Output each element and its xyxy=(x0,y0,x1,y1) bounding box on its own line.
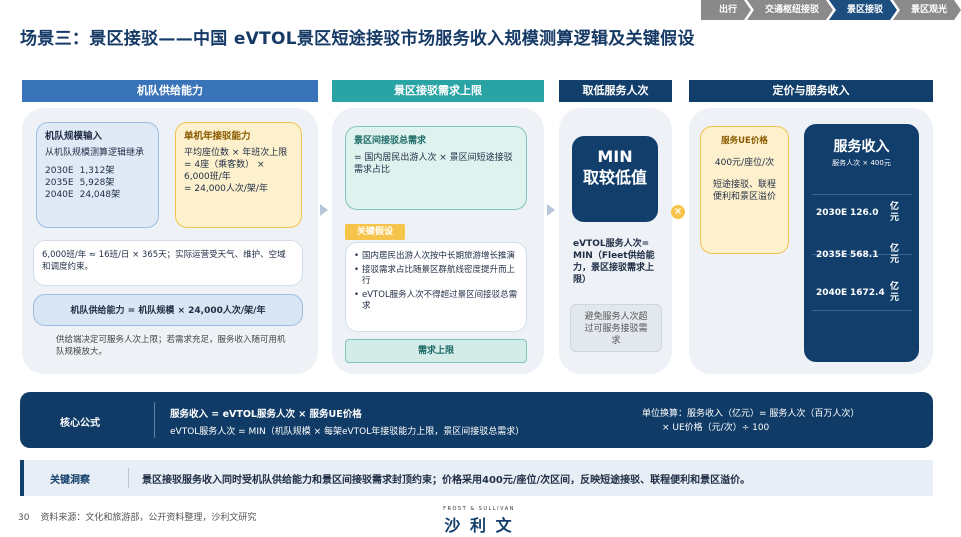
fleet-input-title: 机队规模输入 xyxy=(45,131,103,142)
min-note: 避免服务人次超过可服务接驳需求 xyxy=(570,304,662,352)
demand-total-card: 景区间接驳总需求 = 国内居民出游人次 × 景区间短途接驳需求占比 xyxy=(345,126,527,210)
insight-bar: 关键洞察 景区接驳服务收入同时受机队供给能力和景区间接驳需求封顶约束；价格采用4… xyxy=(20,460,933,496)
assumption-item: 国内居民出游人次按中长期旅游增长推演 xyxy=(362,251,516,261)
nav-tab-travel[interactable]: 出行 xyxy=(701,0,751,20)
insight-label: 关键洞察 xyxy=(50,475,90,486)
page-number: 30 xyxy=(18,513,30,523)
frost-sullivan-logo: FROST & SULLIVAN 沙 利 文 xyxy=(443,506,515,535)
fleet-year: 2035E xyxy=(45,178,74,188)
revenue-value: 126.0 xyxy=(850,208,879,218)
fleet-value: 1,312架 xyxy=(79,166,115,176)
nav-tab-transit[interactable]: 交通枢纽接驳 xyxy=(747,0,833,20)
price-desc: 短途接驳、联程便利和景区溢价 xyxy=(712,180,776,202)
fleet-value: 24,048架 xyxy=(79,190,121,200)
nav-tab-scenic-shuttle[interactable]: 景区接驳 xyxy=(829,0,897,20)
header-min: 取低服务人次 xyxy=(559,80,672,102)
assumption-list: • 国内居民出游人次按中长期旅游增长推演 • 接驳需求占比随景区群航线密度提升而上行… xyxy=(345,242,527,332)
capacity-card: 单机年接驳能力 平均座位数 × 年班次上限 = 4座（乘客数） × 6,000班… xyxy=(175,122,302,228)
min-equation: eVTOL服务人次= MIN（Fleet供给能力，景区接驳需求上限） xyxy=(573,239,655,285)
revenue-card: 服务收入 服务人次 × 400元 2030E 126.0 亿元 2035E 56… xyxy=(804,124,919,362)
revenue-row: 2030E 126.0 亿元 xyxy=(816,202,902,224)
fleet-input-card: 机队规模输入 从机队规模测算逻辑继承 2030E 1,312架 2035E 5,92… xyxy=(36,122,159,228)
footer: 30 资料来源：文化和旅游部，公开资料整理，沙利文研究 xyxy=(18,510,256,523)
revenue-row: 2040E 1672.4 亿元 xyxy=(816,282,902,304)
fleet-input-desc: 从机队规模测算逻辑继承 xyxy=(45,148,145,158)
page-title: 场景三：景区接驳——中国 eVTOL景区短途接驳市场服务收入规模测算逻辑及关键假… xyxy=(20,29,695,49)
revenue-year: 2030E xyxy=(816,208,848,218)
header-revenue: 定价与服务收入 xyxy=(689,80,933,102)
formula-unit2: × UE价格（元/次）÷ 100 xyxy=(662,423,770,433)
capacity-desc: 平均座位数 × 年班次上限 = 4座（乘客数） × 6,000班/年 = 24,… xyxy=(184,148,288,194)
demand-total-title: 景区间接驳总需求 xyxy=(354,136,427,146)
nav-tab-scenic-tour[interactable]: 景区观光 xyxy=(893,0,961,20)
fleet-footnote: 供给端决定可服务人次上限；若需求充足，服务收入随可用机队规模放大。 xyxy=(56,335,286,357)
assumption-note: 6,000班/年 ≈ 16班/日 × 365天；实际运营受天气、维护、空域和调度… xyxy=(33,240,303,286)
revenue-unit: 亿元 xyxy=(890,202,900,223)
revenue-title: 服务收入 xyxy=(833,139,890,155)
fleet-year: 2040E xyxy=(45,190,74,200)
fleet-value: 5,928架 xyxy=(79,178,115,188)
formula-unit1: 单位换算：服务收入（亿元）= 服务人次（百万人次） xyxy=(642,409,860,419)
revenue-unit: 亿元 xyxy=(890,282,900,303)
formula-line2: eVTOL服务人次 = MIN（机队规模 × 每架eVTOL年接驳能力上限，景区… xyxy=(170,427,525,437)
revenue-value: 1672.4 xyxy=(850,288,885,298)
price-value: 400元/座位/次 xyxy=(714,158,775,168)
revenue-year: 2035E xyxy=(816,250,848,260)
revenue-unit: 亿元 xyxy=(890,244,900,265)
price-title: 服务UE价格 xyxy=(721,136,768,146)
arrow-right-icon xyxy=(320,204,328,216)
fleet-year: 2030E xyxy=(45,166,74,176)
formula-label: 核心公式 xyxy=(60,418,100,429)
multiply-icon: × xyxy=(671,205,685,219)
header-fleet: 机队供给能力 xyxy=(22,80,318,102)
revenue-year: 2040E xyxy=(816,288,848,298)
revenue-value: 568.1 xyxy=(850,250,879,260)
source-note: 资料来源：文化和旅游部，公开资料整理，沙利文研究 xyxy=(40,513,257,523)
demand-cap-box: 需求上限 xyxy=(345,339,527,363)
arrow-right-icon xyxy=(547,204,555,216)
fleet-formula-box: 机队供给能力 = 机队规模 × 24,000人次/架/年 xyxy=(33,294,303,326)
header-demand: 景区接驳需求上限 xyxy=(332,80,544,102)
price-card: 服务UE价格 400元/座位/次 短途接驳、联程便利和景区溢价 xyxy=(700,126,789,254)
revenue-subtitle: 服务人次 × 400元 xyxy=(832,159,891,167)
core-formula-bar: 核心公式 服务收入 = eVTOL服务人次 × 服务UE价格 eVTOL服务人次… xyxy=(20,392,933,448)
key-assumption-label: 关键假设 xyxy=(345,224,405,240)
insight-text: 景区接驳服务收入同时受机队供给能力和景区间接驳需求封顶约束；价格采用400元/座… xyxy=(142,475,751,486)
demand-total-desc: = 国内居民出游人次 × 景区间短途接驳需求占比 xyxy=(354,153,513,175)
capacity-title: 单机年接驳能力 xyxy=(184,131,251,142)
min-box: MIN 取较低值 xyxy=(572,136,658,222)
formula-line1: 服务收入 = eVTOL服务人次 × 服务UE价格 xyxy=(170,409,362,420)
revenue-row: 2035E 568.1 亿元 xyxy=(816,244,902,266)
top-nav: 出行 交通枢纽接驳 景区接驳 景区观光 xyxy=(705,0,961,20)
assumption-item: 接驳需求占比随景区群航线密度提升而上行 xyxy=(362,264,516,287)
assumption-item: eVTOL服务人次不得超过景区间接驳总需求 xyxy=(362,289,518,312)
